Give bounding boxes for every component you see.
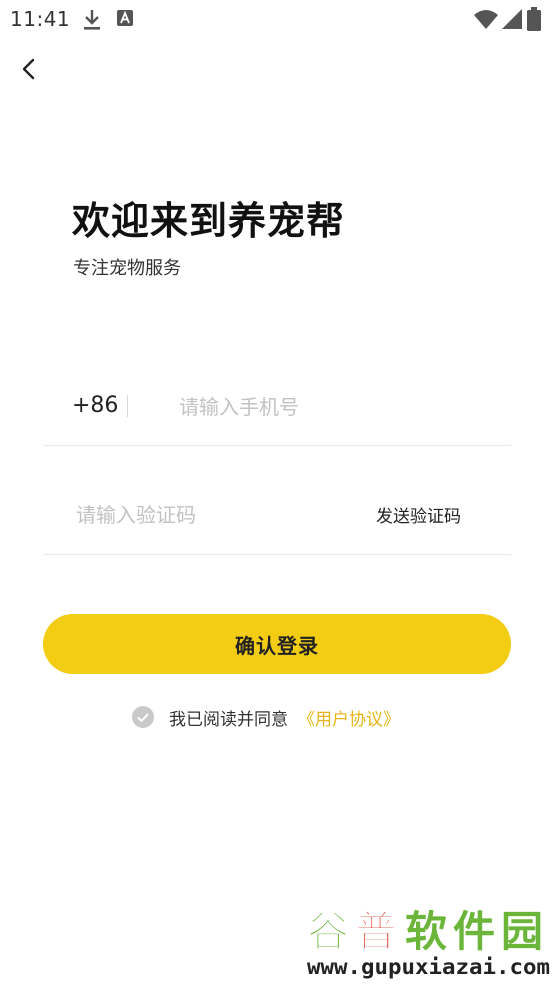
agree-checkbox[interactable] <box>132 706 154 728</box>
agreement-row: 我已阅读并同意 《用户协议》 <box>132 705 400 730</box>
svg-text:园: 园 <box>501 907 543 956</box>
battery-icon <box>527 7 541 35</box>
login-button[interactable]: 确认登录 <box>43 614 511 674</box>
user-agreement-link[interactable]: 《用户协议》 <box>298 705 400 730</box>
svg-text:普: 普 <box>355 907 397 956</box>
chevron-left-icon <box>21 58 35 84</box>
agreement-text: 我已阅读并同意 <box>169 709 288 730</box>
watermark-logo: 谷 普 软 件 园 www.gupuxiazai.com <box>307 907 551 980</box>
send-code-button[interactable]: 发送验证码 <box>376 502 461 527</box>
page-title: 欢迎来到养宠帮 <box>72 199 346 243</box>
watermark: 谷 普 软 件 园 www.gupuxiazai.com <box>303 896 554 980</box>
code-field-row: 发送验证码 <box>43 482 511 555</box>
status-time: 11:41 <box>10 7 71 31</box>
svg-text:软: 软 <box>405 907 447 956</box>
a-icon <box>117 10 133 30</box>
check-icon <box>137 708 149 727</box>
download-icon <box>82 9 102 35</box>
signal-icon <box>502 9 522 33</box>
phone-divider <box>127 395 128 417</box>
svg-text:www.gupuxiazai.com: www.gupuxiazai.com <box>307 955 550 979</box>
page-subtitle: 专注宠物服务 <box>73 258 181 279</box>
svg-text:件: 件 <box>453 907 495 956</box>
country-code-selector[interactable]: +86 <box>72 393 118 418</box>
svg-text:谷: 谷 <box>307 907 349 956</box>
status-bar: 11:41 <box>0 0 554 38</box>
phone-field-row: +86 <box>43 372 511 446</box>
back-button[interactable] <box>12 55 44 87</box>
phone-input[interactable] <box>179 387 499 427</box>
verification-code-input[interactable] <box>76 495 336 535</box>
wifi-icon <box>474 9 498 33</box>
